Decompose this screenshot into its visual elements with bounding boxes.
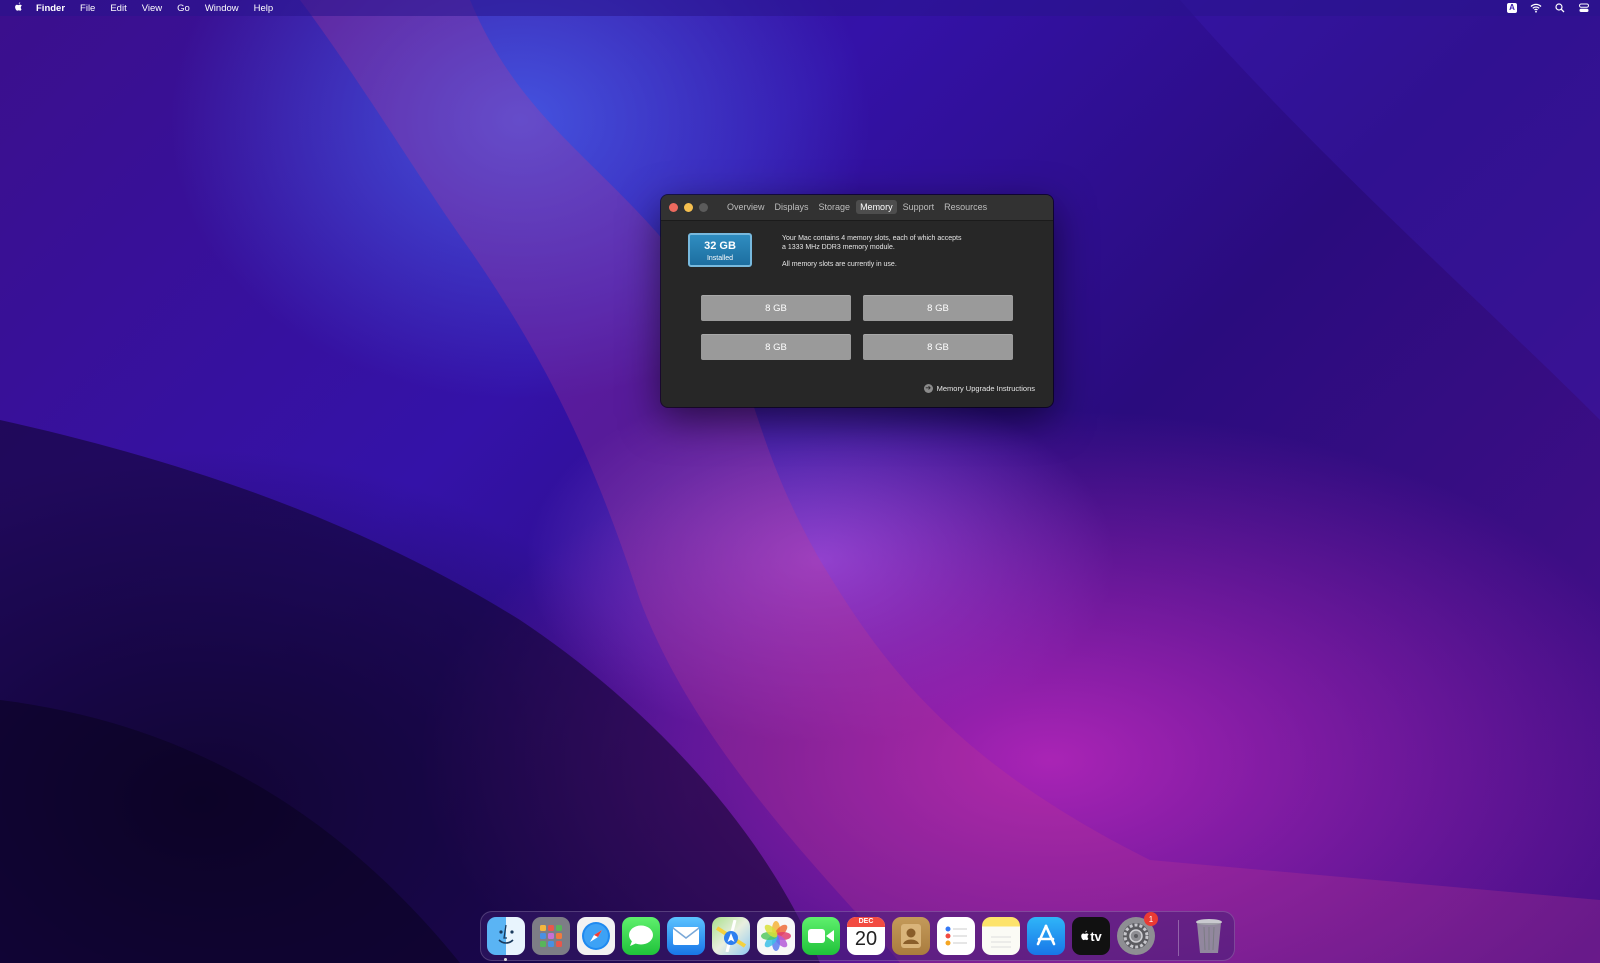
memory-slot-1: 8 GB [701, 295, 851, 321]
memory-installed-badge: 32 GB Installed [688, 233, 752, 267]
memory-slot-3: 8 GB [701, 334, 851, 360]
dock-messages[interactable] [622, 917, 660, 955]
dock-mail[interactable] [667, 917, 705, 955]
dock-safari[interactable] [577, 917, 615, 955]
dock-launchpad[interactable] [532, 917, 570, 955]
zoom-button[interactable] [699, 203, 708, 212]
menu-bar: Finder File Edit View Go Window Help A [0, 0, 1600, 16]
dock-photos[interactable] [757, 917, 795, 955]
tab-support[interactable]: Support [899, 200, 939, 214]
dock: DEC 20 tv 1 [480, 911, 1235, 961]
window-titlebar[interactable]: Overview Displays Storage Memory Support… [661, 195, 1053, 221]
memory-slot-2: 8 GB [863, 295, 1013, 321]
dock-notes[interactable] [982, 917, 1020, 955]
message-bubble-icon [629, 925, 653, 946]
minimize-button[interactable] [684, 203, 693, 212]
dock-app-store[interactable] [1027, 917, 1065, 955]
installed-memory-size: 32 GB [704, 240, 736, 252]
memory-description-line-2: a 1333 MHz DDR3 memory module. [782, 244, 895, 251]
reminders-list-icon [945, 926, 967, 946]
map-pin-icon [715, 920, 747, 952]
memory-slot-4: 8 GB [863, 334, 1013, 360]
dock-finder[interactable] [487, 917, 525, 955]
contacts-person-icon [901, 924, 921, 948]
dock-calendar[interactable]: DEC 20 [847, 917, 885, 955]
envelope-icon [672, 927, 700, 945]
control-center-icon[interactable] [1578, 2, 1590, 14]
calendar-month: DEC [847, 917, 885, 927]
memory-slots-status: All memory slots are currently in use. [782, 261, 897, 268]
dock-trash[interactable] [1190, 917, 1228, 955]
menu-app-finder[interactable]: Finder [36, 3, 65, 14]
safari-compass-icon [582, 922, 610, 950]
installed-label: Installed [706, 255, 734, 262]
trash-icon [1196, 919, 1222, 953]
tv-label: tv [1090, 928, 1102, 944]
tab-displays[interactable]: Displays [771, 200, 813, 214]
arrow-right-circle-icon: ➜ [923, 384, 933, 393]
menu-view[interactable]: View [142, 3, 162, 14]
wifi-icon[interactable] [1530, 2, 1542, 14]
finder-running-indicator [504, 958, 507, 961]
tab-resources[interactable]: Resources [940, 200, 991, 214]
tab-overview[interactable]: Overview [723, 200, 769, 214]
close-button[interactable] [669, 203, 678, 212]
dock-reminders[interactable] [937, 917, 975, 955]
dock-tv[interactable]: tv [1072, 917, 1110, 955]
menu-help[interactable]: Help [254, 3, 274, 14]
dock-maps[interactable] [712, 917, 750, 955]
memory-upgrade-label: Memory Upgrade Instructions [936, 384, 1035, 393]
apple-icon[interactable] [10, 1, 26, 15]
menu-file[interactable]: File [80, 3, 95, 14]
finder-icon [498, 924, 514, 944]
launchpad-icon [540, 925, 562, 947]
keyboard-input-icon[interactable]: A [1506, 2, 1518, 14]
memory-description-line-1: Your Mac contains 4 memory slots, each o… [782, 235, 962, 242]
apple-tv-logo-icon [1081, 930, 1089, 941]
memory-description: Your Mac contains 4 memory slots, each o… [782, 234, 1002, 269]
wallpaper [0, 0, 1600, 963]
photos-flower-icon [761, 921, 791, 951]
memory-upgrade-link[interactable]: ➜ Memory Upgrade Instructions [923, 384, 1035, 393]
tab-storage[interactable]: Storage [815, 200, 855, 214]
menu-go[interactable]: Go [177, 3, 190, 14]
notes-icon [991, 936, 1011, 948]
about-this-mac-window: Overview Displays Storage Memory Support… [661, 195, 1053, 407]
calendar-day: 20 [854, 928, 878, 950]
spotlight-search-icon[interactable] [1554, 2, 1566, 14]
input-indicator: A [1507, 3, 1517, 13]
menu-window[interactable]: Window [205, 3, 239, 14]
notification-badge: 1 [1144, 912, 1158, 926]
video-camera-icon [808, 929, 834, 943]
tab-memory[interactable]: Memory [856, 200, 897, 214]
app-store-icon [1036, 924, 1056, 946]
menu-edit[interactable]: Edit [110, 3, 126, 14]
dock-separator [1178, 920, 1179, 956]
dock-contacts[interactable] [892, 917, 930, 955]
window-tabs: Overview Displays Storage Memory Support… [723, 200, 991, 214]
dock-facetime[interactable] [802, 917, 840, 955]
